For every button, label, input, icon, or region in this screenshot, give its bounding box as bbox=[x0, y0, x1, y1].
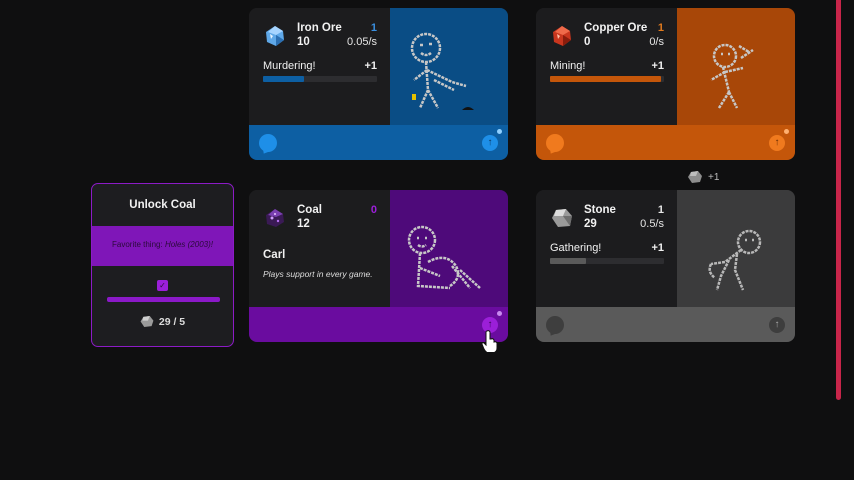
stone-icon bbox=[552, 209, 572, 227]
notification-dot bbox=[784, 129, 789, 134]
favorite-label: Favorite thing: bbox=[112, 240, 163, 249]
copper-ore-info: Copper Ore 0 1 0/s Mining! +1 bbox=[536, 8, 677, 125]
task-label: Mining! bbox=[550, 60, 586, 72]
task-gain: +1 bbox=[651, 242, 664, 254]
notification-dot bbox=[497, 311, 502, 316]
resource-count: 10 bbox=[297, 36, 310, 48]
unlock-coal-panel[interactable]: Unlock Coal Favorite thing: Holes (2003)… bbox=[91, 183, 234, 347]
copper-ore-card: Copper Ore 0 1 0/s Mining! +1 ↑ bbox=[536, 8, 795, 160]
iron-ore-info: Iron Ore 10 1 0.05/s Murdering! +1 bbox=[249, 8, 390, 125]
coal-icon bbox=[266, 209, 284, 227]
resource-name: Stone bbox=[584, 204, 616, 216]
worker-description: Plays support in every game. bbox=[263, 269, 373, 279]
iron-ore-icon bbox=[266, 26, 284, 46]
task-progress-fill bbox=[550, 258, 587, 264]
task-progress-fill bbox=[263, 76, 305, 82]
coal-info: Coal 12 0 Carl Plays support in every ga… bbox=[249, 190, 390, 307]
resource-level: 1 bbox=[657, 204, 664, 216]
resource-level: 0 bbox=[370, 204, 377, 216]
stone-card: Stone 29 1 0.5/s Gathering! +1 ↑ bbox=[536, 190, 795, 342]
gain-amount: +1 bbox=[708, 172, 720, 183]
checkbox-checked-icon[interactable]: ✓ bbox=[157, 280, 168, 291]
copper-ore-icon bbox=[553, 26, 571, 46]
stone-icon bbox=[140, 316, 154, 327]
worker-portrait bbox=[390, 190, 508, 307]
worker-name: Carl bbox=[263, 249, 286, 261]
favorite-thing-band: Favorite thing: Holes (2003)! bbox=[92, 226, 233, 266]
task-gain: +1 bbox=[364, 60, 377, 72]
resource-name: Coal bbox=[297, 204, 322, 216]
upgrade-arrow-icon[interactable]: ↑ bbox=[482, 135, 498, 151]
chat-bubble-icon[interactable] bbox=[259, 134, 277, 152]
card-footer: ↑ bbox=[536, 125, 795, 160]
notification-dot bbox=[497, 129, 502, 134]
unlock-cost: 29 / 5 bbox=[92, 316, 233, 328]
resource-count: 0 bbox=[584, 36, 591, 48]
chat-bubble-icon[interactable] bbox=[546, 316, 564, 334]
favorite-thing-text: Favorite thing: Holes (2003)! bbox=[92, 240, 233, 249]
task-label: Gathering! bbox=[550, 242, 602, 254]
resource-rate: 0/s bbox=[649, 36, 664, 48]
task-label: Murdering! bbox=[263, 60, 316, 72]
unlock-progress-bar bbox=[107, 297, 220, 302]
resource-rate: 0.05/s bbox=[347, 36, 377, 48]
resource-rate: 0.5/s bbox=[640, 218, 664, 230]
task-gain: +1 bbox=[651, 60, 664, 72]
hand-cursor-icon bbox=[482, 330, 498, 352]
task-progress-bar bbox=[550, 258, 664, 264]
task-progress-bar bbox=[263, 76, 377, 82]
worker-portrait bbox=[390, 8, 508, 125]
scrollbar[interactable] bbox=[836, 0, 841, 400]
resource-name: Copper Ore bbox=[584, 22, 648, 34]
favorite-value: Holes (2003)! bbox=[164, 240, 213, 249]
stone-icon bbox=[688, 171, 702, 183]
coal-card: Coal 12 0 Carl Plays support in every ga… bbox=[249, 190, 508, 342]
chat-bubble-icon[interactable] bbox=[546, 134, 564, 152]
stickman-mining-drawing bbox=[710, 43, 754, 109]
stickman-lounging-drawing bbox=[407, 225, 481, 290]
resource-level: 1 bbox=[657, 22, 664, 34]
task-progress-bar bbox=[550, 76, 664, 82]
card-footer: ↑ bbox=[249, 307, 508, 342]
stone-info: Stone 29 1 0.5/s Gathering! +1 bbox=[536, 190, 677, 307]
task-progress-fill bbox=[550, 76, 661, 82]
stickman-gathering-drawing bbox=[708, 229, 762, 291]
iron-ore-card: Iron Ore 10 1 0.05/s Murdering! +1 ↑ bbox=[249, 8, 508, 160]
worker-portrait bbox=[677, 8, 795, 125]
resource-count: 12 bbox=[297, 218, 310, 230]
resource-name: Iron Ore bbox=[297, 22, 342, 34]
stickman-murdering-drawing bbox=[410, 32, 474, 110]
unlock-cost-value: 29 / 5 bbox=[158, 316, 186, 328]
card-footer: ↑ bbox=[249, 125, 508, 160]
unlock-title: Unlock Coal bbox=[129, 199, 196, 211]
resource-level: 1 bbox=[370, 22, 377, 34]
floating-resource-gain: +1 bbox=[688, 171, 719, 183]
upgrade-arrow-icon[interactable]: ↑ bbox=[769, 135, 785, 151]
upgrade-arrow-icon[interactable]: ↑ bbox=[769, 317, 785, 333]
resource-count: 29 bbox=[584, 218, 597, 230]
card-footer: ↑ bbox=[536, 307, 795, 342]
worker-portrait bbox=[677, 190, 795, 307]
